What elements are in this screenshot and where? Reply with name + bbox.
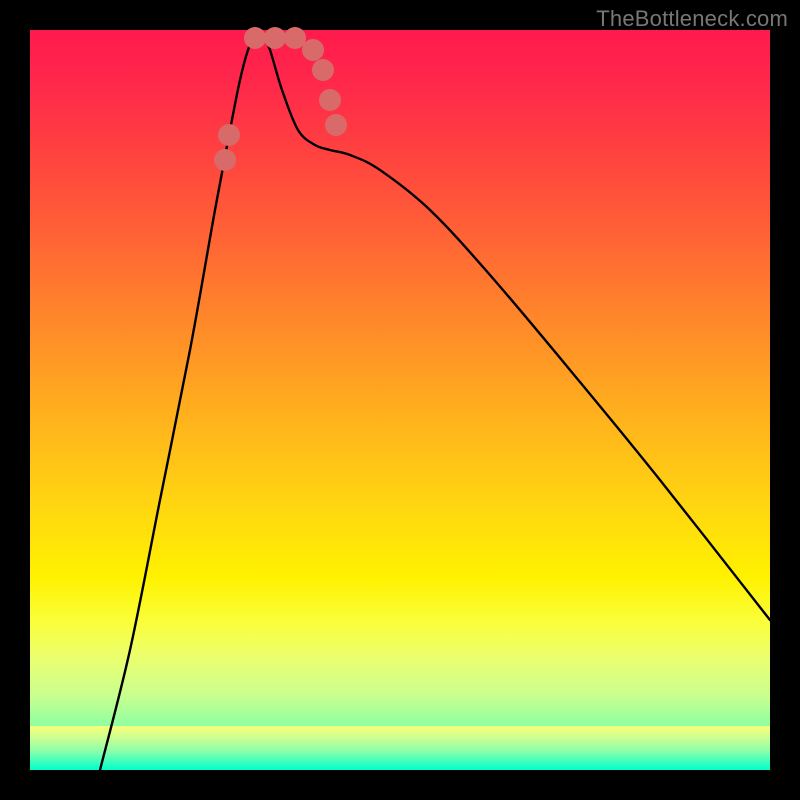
highlight-marker [218, 124, 240, 146]
highlight-marker [214, 149, 236, 171]
highlight-marker [284, 27, 306, 49]
highlight-marker [312, 59, 334, 81]
highlight-marker [319, 89, 341, 111]
plot-area [30, 30, 770, 770]
watermark-text: TheBottleneck.com [596, 6, 788, 32]
bottleneck-curve [100, 33, 770, 770]
curve-layer [30, 30, 770, 770]
outer-frame: TheBottleneck.com [0, 0, 800, 800]
highlight-marker [325, 114, 347, 136]
highlight-marker [302, 39, 324, 61]
highlight-marker [264, 27, 286, 49]
highlight-marker [244, 27, 266, 49]
